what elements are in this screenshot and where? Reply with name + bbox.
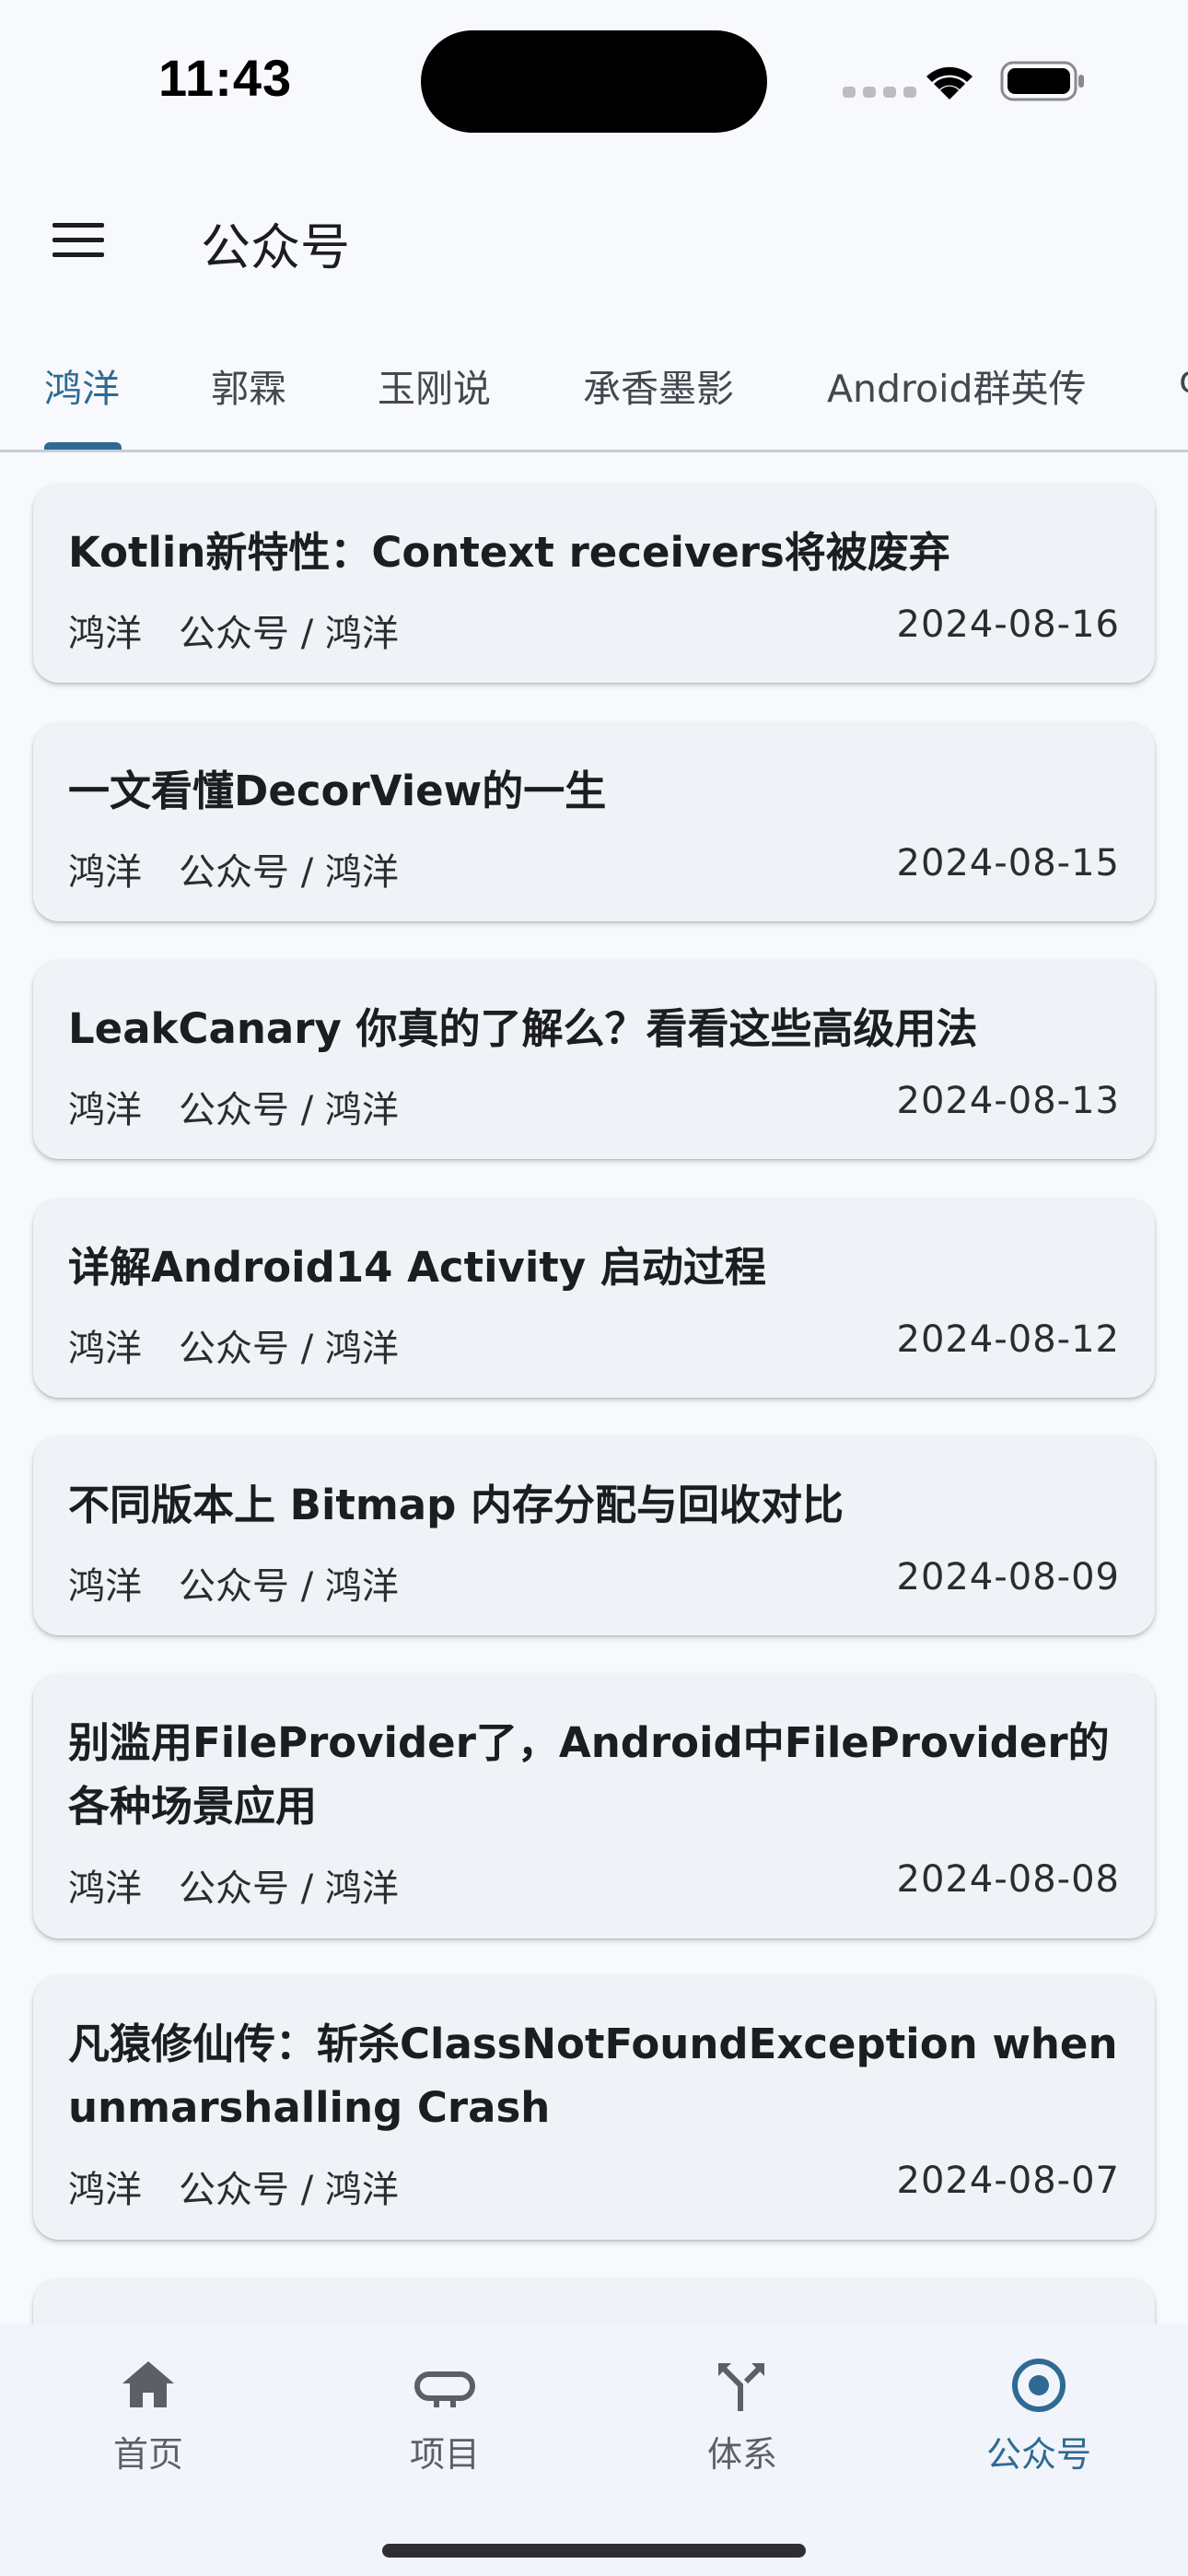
article-card[interactable]: 一文看懂DecorView的一生 鸿洋 公众号 / 鸿洋 2024-08-15 [33, 722, 1155, 921]
article-card[interactable]: 不同版本上 Bitmap 内存分配与回收对比 鸿洋 公众号 / 鸿洋 2024-0… [33, 1436, 1155, 1635]
wifi-icon [926, 66, 973, 100]
article-author: 鸿洋 [68, 1089, 142, 1131]
nav-system-label: 体系 [706, 2434, 777, 2475]
article-date: 2024-08-15 [896, 842, 1120, 884]
home-indicator [382, 2544, 806, 2558]
article-title: 凡猿修仙传：斩杀ClassNotFoundException when unma… [68, 2020, 1118, 2132]
article-title: 别滥用FileProvider了，Android中FileProvider的各种… [68, 1718, 1110, 1831]
article-meta: 鸿洋 公众号 / 鸿洋 [68, 1858, 399, 1912]
article-chapter: 公众号 / 鸿洋 [179, 1328, 399, 1370]
app-bar: 公众号 [0, 175, 1188, 304]
article-chapter: 公众号 / 鸿洋 [179, 1868, 399, 1910]
article-date: 2024-08-07 [896, 2160, 1120, 2202]
article-list: Kotlin新特性：Context receivers将被废弃 鸿洋 公众号 / … [0, 452, 1188, 2324]
article-card[interactable]: 凡猿修仙传：斩杀ClassNotFoundException when unma… [33, 1975, 1155, 2240]
article-title: Kotlin新特性：Context receivers将被废弃 [68, 528, 950, 577]
article-chapter: 公众号 / 鸿洋 [179, 1565, 399, 1608]
article-meta: 鸿洋 公众号 / 鸿洋 [68, 1080, 399, 1133]
home-icon [122, 2361, 174, 2407]
article-card[interactable]: LeakCanary 你真的了解么？看看这些高级用法 鸿洋 公众号 / 鸿洋 20… [33, 960, 1155, 1159]
tab-indicator [44, 442, 122, 450]
menu-button[interactable] [37, 203, 120, 276]
article-meta: 鸿洋 公众号 / 鸿洋 [68, 1318, 399, 1372]
article-author: 鸿洋 [68, 1565, 142, 1608]
article-title: 一文看懂DecorView的一生 [68, 767, 607, 815]
article-author: 鸿洋 [68, 851, 142, 894]
bottom-navigation: 首页 项目 体系 公众号 [0, 2324, 1188, 2576]
article-chapter: 公众号 / 鸿洋 [179, 851, 399, 894]
article-author: 鸿洋 [68, 1328, 142, 1370]
tab-chengxiangmoying[interactable]: 承香墨影 [583, 357, 734, 413]
dynamic-island [421, 30, 767, 133]
article-card[interactable]: Kotlin新特性：Context receivers将被废弃 鸿洋 公众号 / … [33, 484, 1155, 683]
article-author: 鸿洋 [68, 2169, 142, 2211]
article-card[interactable]: 别滥用FileProvider了，Android中FileProvider的各种… [33, 1674, 1155, 1938]
nav-home-label: 首页 [112, 2434, 183, 2475]
menu-icon [52, 223, 104, 257]
article-title: LeakCanary 你真的了解么？看看这些高级用法 [68, 1004, 978, 1053]
tab-guolin[interactable]: 郭霖 [211, 357, 286, 413]
article-meta: 鸿洋 公众号 / 鸿洋 [68, 603, 399, 657]
article-date: 2024-08-16 [896, 603, 1120, 646]
article-chapter: 公众号 / 鸿洋 [179, 2169, 399, 2211]
article-title: 不同版本上 Bitmap 内存分配与回收对比 [68, 1481, 844, 1529]
article-card[interactable]: 详解Android14 Activity 启动过程 鸿洋 公众号 / 鸿洋 202… [33, 1199, 1155, 1398]
article-meta: 鸿洋 公众号 / 鸿洋 [68, 1556, 399, 1610]
status-icons [843, 61, 1084, 101]
tab-overflow[interactable]: c [1179, 357, 1188, 402]
article-date: 2024-08-09 [896, 1556, 1120, 1598]
nav-home[interactable]: 首页 [0, 2352, 297, 2490]
nav-official-account[interactable]: 公众号 [891, 2352, 1187, 2490]
article-author: 鸿洋 [68, 1868, 142, 1910]
tab-yugangshuo[interactable]: 玉刚说 [378, 357, 491, 413]
nav-project[interactable]: 项目 [297, 2352, 593, 2490]
article-date: 2024-08-08 [896, 1858, 1120, 1901]
battery-icon [1000, 61, 1084, 101]
cellular-signal-icon [843, 87, 916, 98]
tab-hongyang[interactable]: 鸿洋 [44, 357, 120, 413]
nav-official-account-label: 公众号 [985, 2434, 1091, 2475]
project-icon [414, 2371, 475, 2407]
official-account-icon [1012, 2359, 1066, 2412]
article-chapter: 公众号 / 鸿洋 [179, 613, 399, 655]
article-date: 2024-08-12 [896, 1318, 1120, 1361]
article-author: 鸿洋 [68, 613, 142, 655]
system-icon [718, 2363, 764, 2411]
nav-project-label: 项目 [409, 2434, 480, 2475]
article-date: 2024-08-13 [896, 1080, 1120, 1122]
article-meta: 鸿洋 公众号 / 鸿洋 [68, 2160, 399, 2213]
article-chapter: 公众号 / 鸿洋 [179, 1089, 399, 1131]
article-card-partial[interactable] [33, 2278, 1155, 2324]
nav-system[interactable]: 体系 [594, 2352, 891, 2490]
page-title: 公众号 [201, 218, 350, 276]
author-tabs: 鸿洋 郭霖 玉刚说 承香墨影 Android群英传 c [0, 339, 1188, 452]
status-bar: 11:43 [0, 0, 1188, 157]
tab-android-qunyingzhuan[interactable]: Android群英传 [827, 357, 1087, 413]
article-meta: 鸿洋 公众号 / 鸿洋 [68, 842, 399, 896]
status-time: 11:43 [158, 49, 293, 107]
article-title: 详解Android14 Activity 启动过程 [68, 1243, 766, 1292]
